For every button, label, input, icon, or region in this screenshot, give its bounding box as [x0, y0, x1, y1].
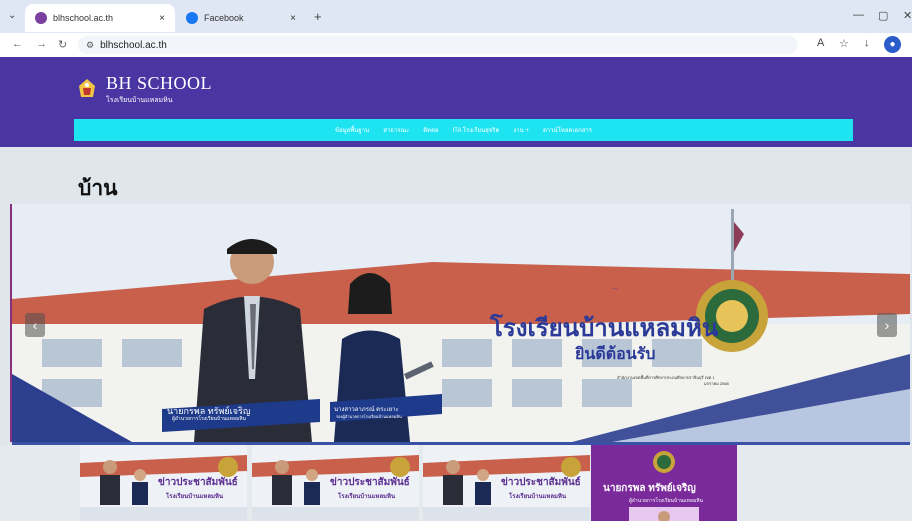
tab-close-icon[interactable]: ×: [290, 13, 296, 24]
back-icon[interactable]: ←: [12, 38, 23, 50]
thumbnail-subtitle: โรงเรียนบ้านแหลมหิน: [338, 494, 396, 500]
slider-next-button[interactable]: ›: [877, 313, 897, 337]
tab-blhschool[interactable]: blhschool.ac.th ×: [25, 4, 175, 32]
site-logo-title[interactable]: BH SCHOOL: [106, 73, 212, 94]
minimize-icon[interactable]: —: [853, 9, 864, 21]
tab-facebook[interactable]: Facebook ×: [176, 4, 306, 32]
school-logo-icon[interactable]: [77, 78, 97, 100]
tab-search-icon[interactable]: ⌄: [8, 10, 16, 21]
school-favicon-icon: [35, 12, 47, 24]
thumbnail-row: ข่าวประชาสัมพันธ์ โรงเรียนบ้านแหลมหิน ข่…: [0, 445, 912, 521]
thumbnail-headline: ข่าวประชาสัมพันธ์: [330, 477, 410, 488]
banner-person2-title: รองผู้อำนวยการโรงเรียนบ้านแหลมหิน: [336, 414, 402, 419]
profile-card-role: ผู้อำนวยการโรงเรียนบ้านแหลมหิน: [629, 498, 703, 504]
page-title: บ้าน: [78, 177, 118, 200]
nav-item-work[interactable]: งาน +: [513, 125, 529, 135]
news-thumbnail[interactable]: ข่าวประชาสัมพันธ์ โรงเรียนบ้านแหลมหิน: [252, 445, 419, 521]
banner-slider: โรงเรียนบ้านแหลมหิน ... ยินดีต้อนรับ สำน…: [12, 204, 910, 442]
site-logo-subtitle: โรงเรียนบ้านแหลมหิน: [106, 97, 173, 104]
tab-title: blhschool.ac.th: [53, 13, 114, 23]
banner-subheadline: ยินดีต้อนรับ: [575, 346, 656, 363]
new-tab-button[interactable]: +: [314, 9, 322, 24]
banner-date: มกราคม 2568: [704, 381, 729, 386]
nav-item-public[interactable]: สาธารณะ: [383, 125, 409, 135]
thumbnail-subtitle: โรงเรียนบ้านแหลมหิน: [509, 494, 567, 500]
nav-item-basic-info[interactable]: ข้อมูลพื้นฐาน: [335, 125, 369, 135]
thumbnail-headline: ข่าวประชาสัมพันธ์: [501, 477, 581, 488]
main-nav: ข้อมูลพื้นฐาน สาธารณะ ติดต่อ ITA โรงเรีย…: [74, 119, 853, 141]
banner-image: [12, 204, 910, 442]
download-icon[interactable]: ↓: [864, 37, 870, 49]
browser-tab-bar: ⌄ blhschool.ac.th × Facebook × + — ▢ ✕: [0, 0, 912, 33]
bookmark-star-icon[interactable]: ☆: [839, 37, 849, 50]
close-window-icon[interactable]: ✕: [903, 9, 912, 22]
facebook-favicon-icon: [186, 12, 198, 24]
forward-icon[interactable]: →: [36, 38, 47, 50]
site-info-icon[interactable]: ⚙: [86, 40, 94, 51]
news-thumbnail[interactable]: ข่าวประชาสัมพันธ์ โรงเรียนบ้านแหลมหิน: [423, 445, 590, 521]
nav-item-ita[interactable]: ITA โรงเรียนสุจริต: [453, 125, 500, 135]
profile-avatar-icon[interactable]: ●: [884, 36, 901, 53]
restore-icon[interactable]: ▢: [878, 9, 888, 22]
banner-affiliation: สำนักงานเขตพื้นที่การศึกษาประถมศึกษาปราจ…: [617, 375, 715, 380]
tab-close-icon[interactable]: ×: [159, 13, 165, 24]
reload-icon[interactable]: ↻: [58, 38, 67, 51]
slider-prev-button[interactable]: ‹: [25, 313, 45, 337]
nav-item-contact[interactable]: ติดต่อ: [423, 125, 438, 135]
director-profile-card[interactable]: นายกรพล ทรัพย์เจริญ ผู้อำนวยการโรงเรียนบ…: [591, 445, 737, 521]
profile-card-name: นายกรพล ทรัพย์เจริญ: [603, 483, 696, 494]
translate-icon[interactable]: A: [817, 37, 824, 49]
url-field[interactable]: ⚙ blhschool.ac.th: [78, 36, 798, 54]
thumbnail-subtitle: โรงเรียนบ้านแหลมหิน: [166, 494, 224, 500]
thumbnail-headline: ข่าวประชาสัมพันธ์: [158, 477, 238, 488]
url-text: blhschool.ac.th: [100, 39, 167, 51]
banner-person1-title: ผู้อำนวยการโรงเรียนบ้านแหลมหิน: [172, 416, 246, 422]
tab-title: Facebook: [204, 13, 244, 23]
news-thumbnail[interactable]: ข่าวประชาสัมพันธ์ โรงเรียนบ้านแหลมหิน: [80, 445, 247, 521]
address-bar: ← → ↻ ⚙ blhschool.ac.th A ☆ ↓ ●: [0, 33, 912, 57]
nav-item-downloads[interactable]: ดาวน์โหลดเอกสาร: [543, 125, 592, 135]
banner-small-top: ...: [612, 284, 618, 291]
